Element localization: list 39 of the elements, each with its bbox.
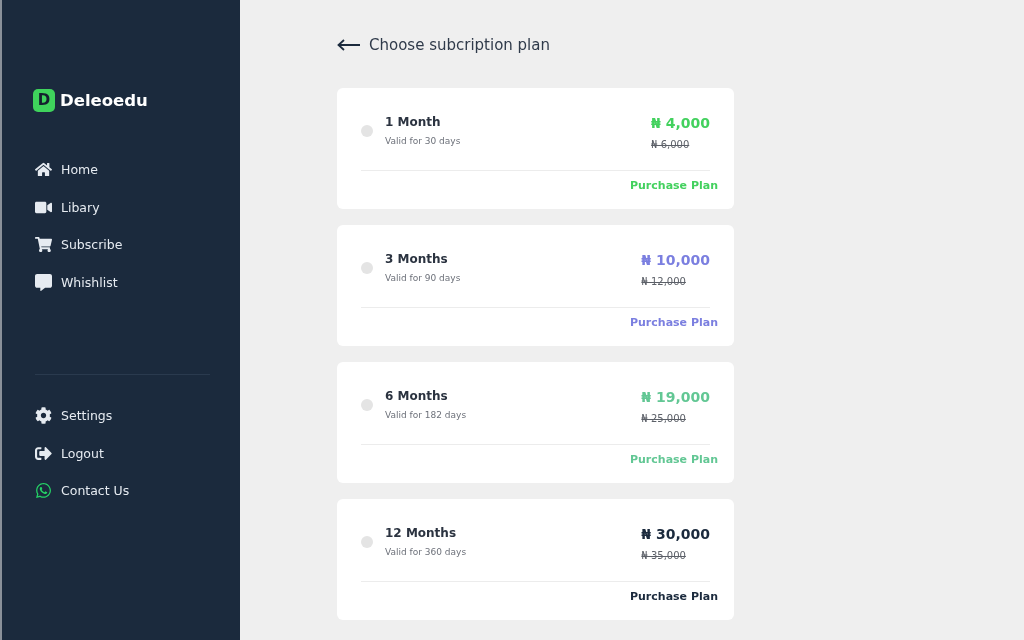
- plan-validity: Valid for 360 days: [385, 546, 467, 558]
- cart-icon: [35, 236, 52, 254]
- old-price: ₦ 35,000: [641, 549, 686, 563]
- plan-name: 12 Months: [385, 525, 458, 541]
- plan-name: 6 Months: [385, 388, 449, 404]
- sidebar-item[interactable]: Libary: [35, 194, 100, 221]
- gear-icon: [35, 407, 52, 425]
- home-icon: [35, 161, 52, 179]
- plan-price: ₦ 30,000: [641, 525, 710, 543]
- sidebar-item[interactable]: Contact Us: [35, 477, 130, 504]
- logout-icon: [35, 444, 52, 462]
- plan-validity: Valid for 90 days: [385, 272, 461, 284]
- page-title: Choose subcription plan: [369, 35, 550, 55]
- logo-mark: D: [33, 89, 55, 112]
- purchase-plan-link[interactable]: Purchase Plan: [629, 316, 718, 330]
- old-price: ₦ 6,000: [651, 138, 690, 152]
- phone-bubble-icon: [35, 482, 52, 500]
- plan-name: 3 Months: [385, 251, 449, 267]
- sidebar-item[interactable]: Home: [35, 156, 98, 183]
- old-price: ₦ 12,000: [641, 275, 686, 289]
- plan-price: ₦ 4,000: [651, 114, 710, 132]
- old-price: ₦ 25,000: [641, 412, 686, 426]
- radio-button[interactable]: [361, 536, 373, 548]
- chat-icon: [35, 273, 52, 291]
- plan-price: ₦ 19,000: [641, 388, 710, 406]
- plan-validity: Valid for 30 days: [385, 135, 461, 147]
- brand-name: Deleoedu: [60, 90, 148, 112]
- radio-button[interactable]: [361, 125, 373, 137]
- plan-price: ₦ 10,000: [641, 251, 710, 269]
- sidebar-item[interactable]: Settings: [35, 402, 113, 429]
- sidebar-item[interactable]: Logout: [35, 440, 104, 467]
- sidebar-item[interactable]: Subscribe: [35, 231, 123, 258]
- sidebar-item[interactable]: Whishlist: [35, 269, 118, 296]
- radio-button[interactable]: [361, 399, 373, 411]
- radio-button[interactable]: [361, 262, 373, 274]
- back-arrow-icon[interactable]: [337, 39, 360, 51]
- purchase-plan-link[interactable]: Purchase Plan: [629, 590, 718, 604]
- plan-validity: Valid for 182 days: [385, 409, 467, 421]
- plan-name: 1 Month: [385, 114, 442, 130]
